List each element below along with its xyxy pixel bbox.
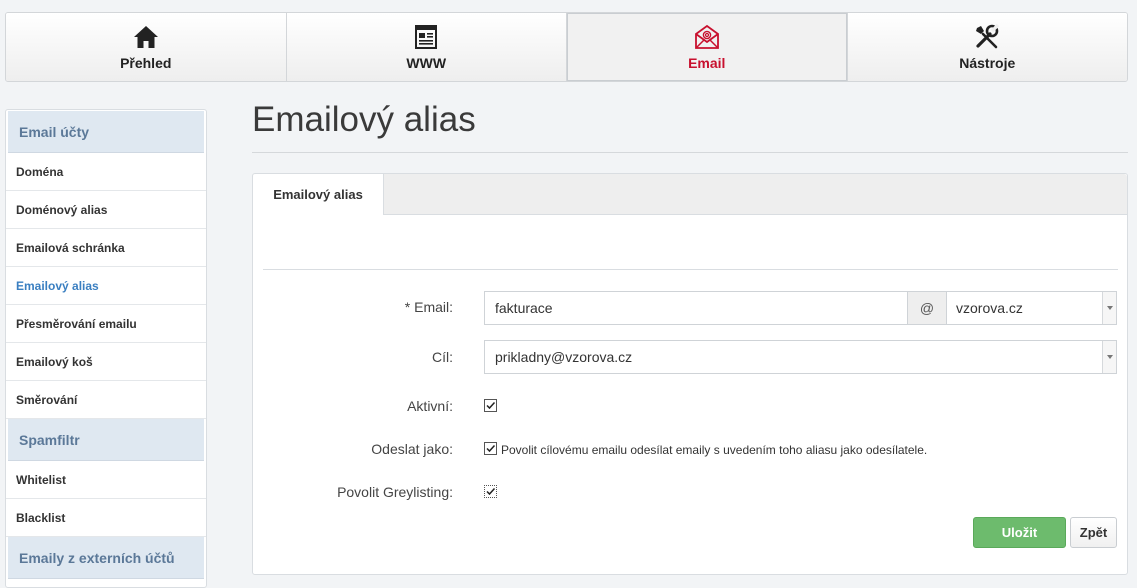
sidebar-item-blacklist[interactable]: Blacklist (6, 499, 206, 537)
at-sign-addon: @ (907, 291, 947, 325)
sidebar-section-external-accounts: Emaily z externích účtů (8, 537, 204, 579)
page-title: Emailový alias (252, 100, 476, 139)
nav-tab-label: Přehled (120, 55, 172, 71)
nav-tab-label: WWW (406, 55, 447, 71)
tab-email-alias[interactable]: Emailový alias (253, 174, 384, 215)
target-select[interactable]: prikladny@vzorova.cz (484, 340, 1117, 374)
sidebar-item-mailbox[interactable]: Emailová schránka (6, 229, 206, 267)
domain-select[interactable]: vzorova.cz (946, 291, 1117, 325)
active-label: Aktivní: (407, 398, 453, 414)
nav-tab-label: Email (688, 55, 726, 71)
top-navigation: Přehled WWW Email Nástroje (5, 12, 1128, 82)
target-select-value: prikladny@vzorova.cz (495, 349, 633, 365)
tools-icon (976, 23, 1000, 49)
sidebar-item-whitelist[interactable]: Whitelist (6, 461, 206, 499)
checkmark-icon (486, 401, 496, 410)
email-label: * Email: (404, 299, 453, 315)
sidebar-item-trash[interactable]: Emailový koš (6, 343, 206, 381)
email-input[interactable]: fakturace (484, 291, 908, 325)
sidebar-section-email-accounts: Email účty (8, 111, 204, 153)
nav-tab-label: Nástroje (959, 55, 1016, 71)
nav-tab-overview[interactable]: Přehled (6, 13, 287, 81)
chevron-down-icon[interactable] (1102, 292, 1116, 324)
save-button[interactable]: Uložit (973, 517, 1066, 548)
sendas-checkbox[interactable] (484, 442, 497, 455)
greylist-checkbox[interactable] (484, 485, 497, 498)
email-envelope-icon (694, 24, 719, 49)
panel-tabbar: Emailový alias (253, 174, 1127, 215)
target-label: Cíl: (432, 349, 453, 365)
nav-tab-tools[interactable]: Nástroje (847, 13, 1127, 81)
checkmark-icon (486, 444, 496, 453)
nav-tab-www[interactable]: WWW (286, 13, 567, 81)
checkmark-icon (486, 487, 496, 496)
back-button[interactable]: Zpět (1070, 517, 1117, 548)
sidebar: Email účty Doména Doménový alias Emailov… (5, 109, 207, 588)
active-checkbox[interactable] (484, 399, 497, 412)
form-panel: Emailový alias * Email: fakturace @ vzor… (252, 173, 1128, 575)
chevron-down-icon[interactable] (1102, 341, 1116, 373)
sidebar-item-domain[interactable]: Doména (6, 153, 206, 191)
sidebar-item-forwarding[interactable]: Přesměrování emailu (6, 305, 206, 343)
nav-tab-email[interactable]: Email (567, 13, 848, 81)
domain-select-value: vzorova.cz (956, 300, 1023, 316)
sidebar-item-email-alias[interactable]: Emailový alias (6, 267, 206, 305)
sidebar-item-domain-alias[interactable]: Doménový alias (6, 191, 206, 229)
home-icon (133, 26, 158, 48)
sidebar-section-spamfilter: Spamfiltr (8, 419, 204, 461)
sendas-description: Povolit cílovému emailu odesílat emaily … (501, 443, 928, 457)
sendas-label: Odeslat jako: (371, 441, 453, 457)
sidebar-item-routing[interactable]: Směrování (6, 381, 206, 419)
webpage-icon (415, 25, 438, 49)
panel-divider (263, 269, 1118, 270)
greylist-label: Povolit Greylisting: (337, 484, 453, 500)
title-divider (252, 152, 1128, 153)
